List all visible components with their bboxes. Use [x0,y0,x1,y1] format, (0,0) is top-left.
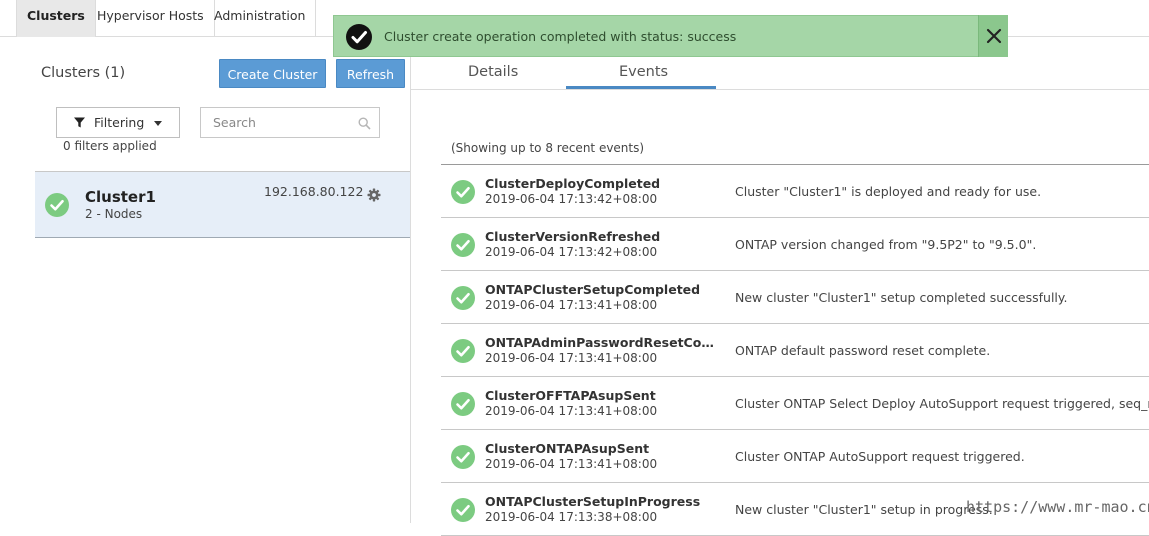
success-notification: Cluster create operation completed with … [333,15,1008,57]
clusters-panel: Clusters (1) Create Cluster Refresh Filt… [0,37,411,523]
filters-applied-text: 0 filters applied [63,139,157,153]
success-check-icon [451,392,475,416]
tab-hypervisor-hosts[interactable]: Hypervisor Hosts [87,0,215,37]
filter-icon [74,117,85,128]
event-timestamp: 2019-06-04 17:13:42+08:00 [485,245,658,259]
event-timestamp: 2019-06-04 17:13:41+08:00 [485,404,658,418]
success-check-icon [45,193,69,217]
event-name: ClusterOFFTAPAsupSent [485,388,656,403]
tab-clusters[interactable]: Clusters [16,0,96,37]
event-timestamp: 2019-06-04 17:13:42+08:00 [485,192,658,206]
event-name: ClusterONTAPAsupSent [485,441,650,456]
notification-message: Cluster create operation completed with … [384,29,737,44]
events-count-note: (Showing up to 8 recent events) [451,141,645,155]
event-description: New cluster "Cluster1" setup in progress… [735,502,993,517]
tab-events[interactable]: Events [619,64,668,80]
event-name: ClusterVersionRefreshed [485,229,661,244]
cluster-list-item[interactable]: Cluster1 2 - Nodes 192.168.80.122 [35,172,410,238]
active-tab-indicator [566,86,716,89]
event-timestamp: 2019-06-04 17:13:38+08:00 [485,510,658,524]
event-description: Cluster "Cluster1" is deployed and ready… [735,184,1042,199]
event-description: ONTAP version changed from "9.5P2" to "9… [735,237,1037,252]
close-notification-button[interactable] [978,15,1008,57]
watermark-text: https://www.mr-mao.cn [966,498,1149,516]
event-timestamp: 2019-06-04 17:13:41+08:00 [485,351,658,365]
event-name: ONTAPAdminPasswordResetCompleted [485,335,717,350]
success-check-icon [451,339,475,363]
event-timestamp: 2019-06-04 17:13:41+08:00 [485,298,658,312]
search-box[interactable] [200,107,380,138]
event-row: ClusterVersionRefreshed 2019-06-04 17:13:… [441,218,1149,271]
event-description: ONTAP default password reset complete. [735,343,991,358]
close-icon [986,28,1002,44]
clusters-panel-title: Clusters (1) [41,65,126,81]
create-cluster-button[interactable]: Create Cluster [219,59,326,88]
event-name: ClusterDeployCompleted [485,176,661,191]
event-row: ONTAPAdminPasswordResetCompleted2019-06-… [441,324,1149,377]
success-check-icon [451,180,475,204]
search-input[interactable] [201,108,351,137]
cluster-details-panel: Details Events (Showing up to 8 recent e… [411,37,1149,536]
event-name: ONTAPClusterSetupCompleted [485,282,701,297]
success-check-icon [451,445,475,469]
filtering-dropdown[interactable]: Filtering [56,107,180,138]
event-description: New cluster "Cluster1" setup completed s… [735,290,1068,305]
event-timestamp: 2019-06-04 17:13:41+08:00 [485,457,658,471]
success-check-icon [451,498,475,522]
cluster-ip-address: 192.168.80.122 [264,184,364,199]
event-row: ONTAPClusterSetupCompleted 2019-06-04 17:… [441,271,1149,324]
detail-tabs: Details Events [411,57,1149,90]
chevron-down-icon [154,121,162,126]
success-check-icon [451,286,475,310]
cluster-name: Cluster1 [85,188,156,206]
event-description: Cluster ONTAP AutoSupport request trigge… [735,449,1025,464]
filtering-label: Filtering [94,115,145,130]
check-circle-icon [346,24,372,50]
refresh-button[interactable]: Refresh [336,59,405,88]
event-name: ONTAPClusterSetupInProgress [485,494,701,509]
event-description: Cluster ONTAP Select Deploy AutoSupport … [735,396,1149,411]
tab-details[interactable]: Details [468,64,518,80]
event-row: ClusterDeployCompleted 2019-06-04 17:13:4… [441,165,1149,218]
event-row: ClusterONTAPAsupSent 2019-06-04 17:13:41+… [441,430,1149,483]
cluster-node-count: 2 - Nodes [85,207,143,221]
success-check-icon [451,233,475,257]
search-icon [358,117,371,130]
gear-icon[interactable] [367,188,381,202]
event-row: ClusterOFFTAPAsupSent 2019-06-04 17:13:41… [441,377,1149,430]
tab-administration[interactable]: Administration [204,0,317,37]
